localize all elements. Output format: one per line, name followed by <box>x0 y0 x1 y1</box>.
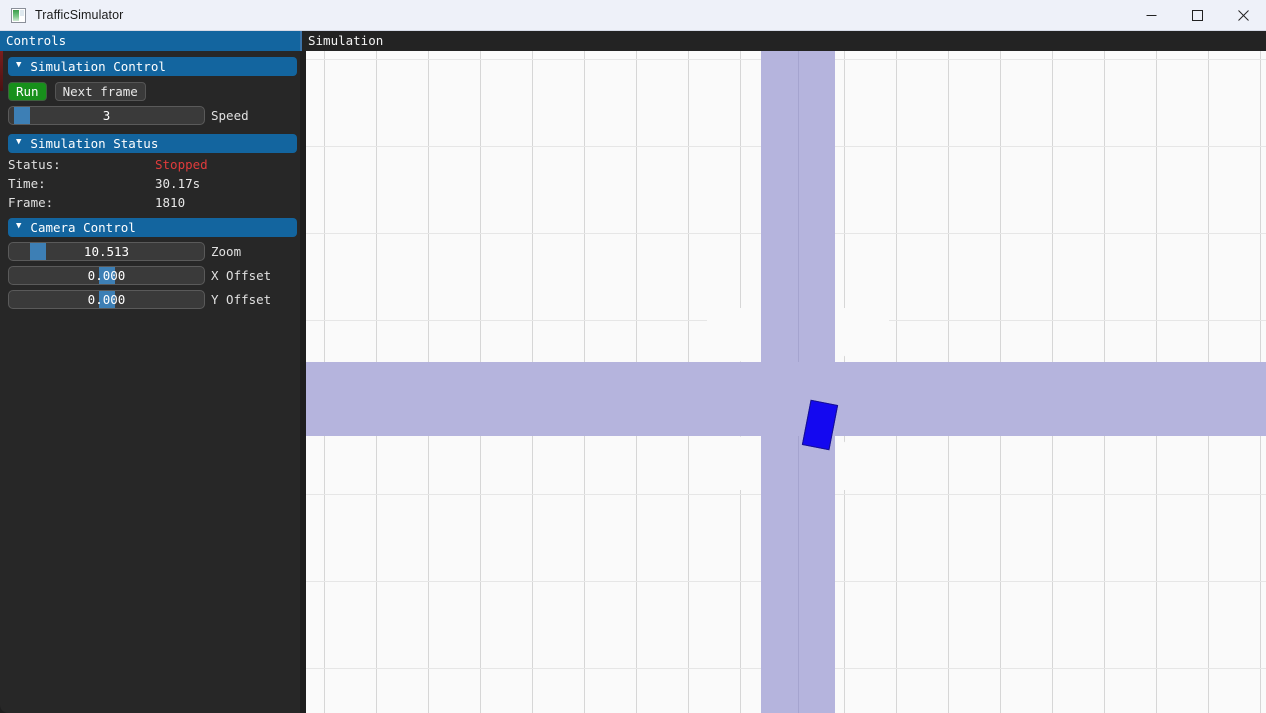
sidebar-accent-bar <box>0 51 3 91</box>
close-button[interactable] <box>1220 0 1266 31</box>
y-offset-value: 0.000 <box>87 292 126 307</box>
chevron-down-icon: ▼ <box>16 60 22 70</box>
zoom-label: Zoom <box>211 244 242 259</box>
intersection-corner-tl <box>707 308 761 362</box>
speed-slider-row: 3 Speed <box>0 101 305 125</box>
minimize-button[interactable] <box>1128 0 1174 31</box>
zoom-value: 10.513 <box>83 244 130 259</box>
speed-slider[interactable]: 3 <box>8 106 205 125</box>
road-horizontal <box>306 362 1266 436</box>
status-value: Stopped <box>155 157 208 172</box>
titlebar-left-group: TrafficSimulator <box>0 0 1128 30</box>
status-row: Frame: 1810 <box>0 191 305 210</box>
intersection-corner-br <box>835 436 889 490</box>
app-icon <box>11 7 26 23</box>
x-offset-label: X Offset <box>211 268 272 283</box>
status-value: 1810 <box>155 195 186 210</box>
section-header-camera-control[interactable]: ▼ Camera Control <box>8 218 297 237</box>
maximize-button[interactable] <box>1174 0 1220 31</box>
zoom-slider[interactable]: 10.513 <box>8 242 205 261</box>
x-offset-value: 0.000 <box>87 268 126 283</box>
y-offset-slider-row: 0.000 Y Offset <box>0 285 305 309</box>
section-header-simulation-control[interactable]: ▼ Simulation Control <box>8 57 297 76</box>
status-row: Status: Stopped <box>0 153 305 172</box>
simulation-panel-header[interactable]: Simulation <box>300 31 1266 51</box>
run-button[interactable]: Run <box>8 82 47 101</box>
speed-label: Speed <box>211 108 249 123</box>
x-offset-slider[interactable]: 0.000 <box>8 266 205 285</box>
section-title-simulation-control: Simulation Control <box>30 59 166 74</box>
section-title-simulation-status: Simulation Status <box>30 136 159 151</box>
window-title: TrafficSimulator <box>35 8 124 22</box>
simulation-viewport[interactable] <box>300 51 1266 713</box>
intersection-corner-tr <box>835 308 889 362</box>
window-titlebar: TrafficSimulator <box>0 0 1266 31</box>
simulation-canvas[interactable] <box>306 51 1266 713</box>
controls-sidebar: ▼ Simulation Control Run Next frame 3 Sp… <box>0 51 305 713</box>
simulation-buttons-row: Run Next frame <box>0 76 305 101</box>
status-key: Status: <box>8 157 61 172</box>
x-offset-slider-row: 0.000 X Offset <box>0 261 305 285</box>
status-value: 30.17s <box>155 176 201 191</box>
status-key: Frame: <box>8 195 54 210</box>
status-row: Time: 30.17s <box>0 172 305 191</box>
controls-panel-header[interactable]: Controls <box>0 31 300 51</box>
section-header-simulation-status[interactable]: ▼ Simulation Status <box>8 134 297 153</box>
chevron-down-icon: ▼ <box>16 221 22 231</box>
section-title-camera-control: Camera Control <box>30 220 136 235</box>
next-frame-button[interactable]: Next frame <box>54 82 146 101</box>
status-key: Time: <box>8 176 46 191</box>
intersection-corner-bl <box>707 436 761 490</box>
y-offset-label: Y Offset <box>211 292 272 307</box>
speed-value: 3 <box>102 108 111 123</box>
y-offset-slider[interactable]: 0.000 <box>8 290 205 309</box>
chevron-down-icon: ▼ <box>16 137 22 147</box>
zoom-slider-row: 10.513 Zoom <box>0 237 305 261</box>
